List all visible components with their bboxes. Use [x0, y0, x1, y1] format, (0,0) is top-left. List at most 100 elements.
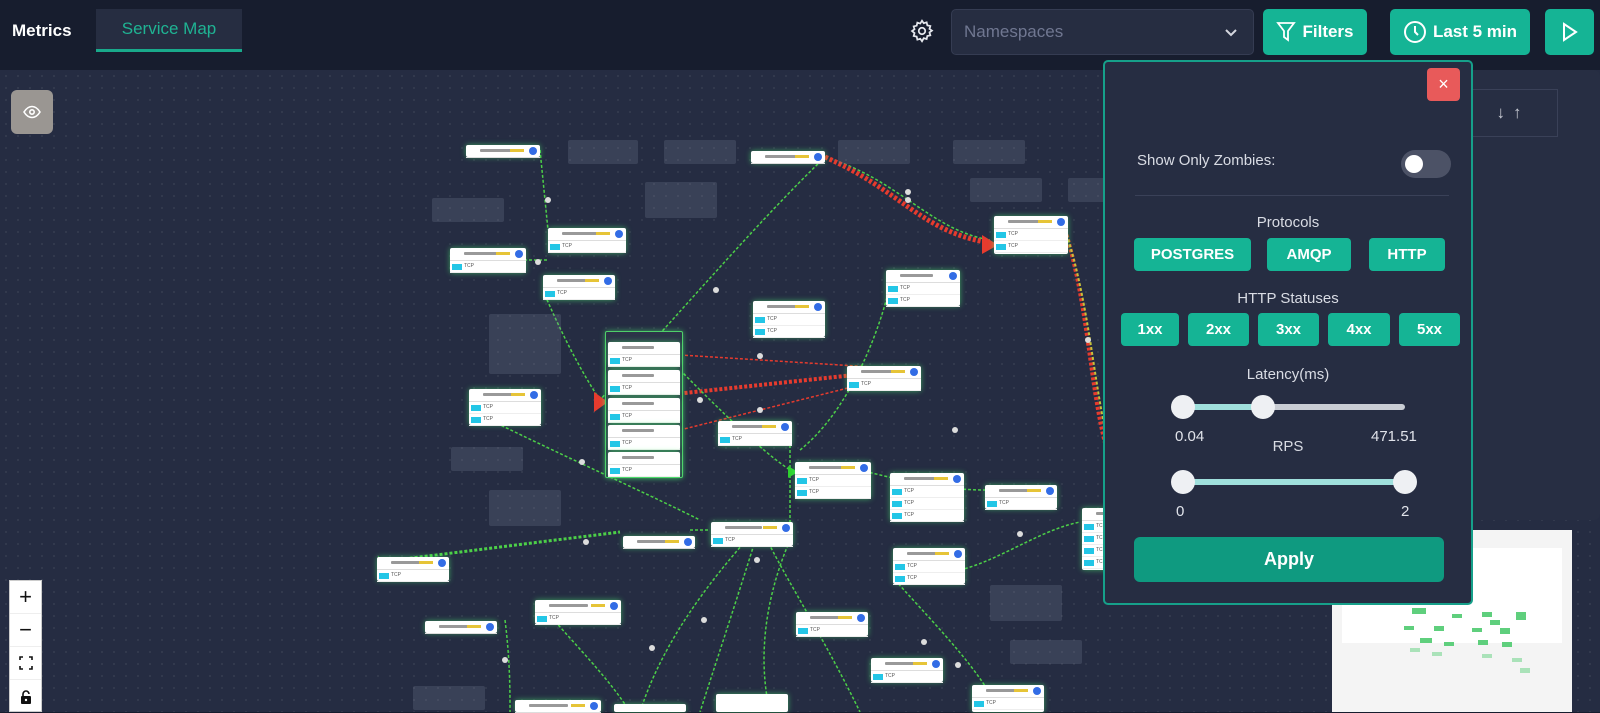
close-icon: ×	[1438, 74, 1449, 94]
edge	[699, 524, 761, 712]
service-node[interactable]	[716, 694, 788, 712]
rps-heading: RPS	[1272, 438, 1304, 455]
ghost-node[interactable]	[432, 198, 504, 222]
service-node[interactable]: TCP	[718, 421, 792, 446]
edge-midpoint	[697, 397, 703, 403]
service-node[interactable]	[466, 145, 540, 158]
ghost-node[interactable]	[645, 182, 717, 218]
service-node[interactable]: TCP	[871, 658, 943, 683]
latency-max-handle[interactable]	[1250, 395, 1275, 419]
toggle-visibility-button[interactable]	[11, 90, 53, 134]
rps-max-handle[interactable]	[1393, 470, 1417, 494]
kubernetes-icon	[1033, 687, 1041, 695]
service-node[interactable]: TCP TCP TCP	[890, 473, 964, 522]
gear-icon[interactable]	[909, 18, 935, 44]
status-chip-2xx[interactable]: 2xx	[1188, 313, 1249, 346]
rps-min-value: 0	[1176, 503, 1185, 520]
service-node[interactable]: TCP TCP	[893, 548, 965, 585]
status-chip-1xx[interactable]: 1xx	[1121, 313, 1179, 346]
edge-midpoint	[535, 259, 541, 265]
ghost-node[interactable]	[1010, 640, 1082, 664]
status-chip-4xx[interactable]: 4xx	[1328, 313, 1390, 346]
tab-metrics[interactable]: Metrics	[12, 9, 72, 52]
kubernetes-icon	[781, 423, 789, 431]
edge-midpoint	[713, 287, 719, 293]
fit-view-button[interactable]	[10, 647, 41, 680]
service-node[interactable]: TCP	[608, 342, 680, 367]
ghost-node[interactable]	[838, 140, 910, 164]
namespaces-select[interactable]: Namespaces	[951, 9, 1254, 55]
service-node[interactable]: TCP	[985, 485, 1057, 510]
protocol-chip-amqp[interactable]: AMQP	[1267, 238, 1351, 271]
status-chip-5xx[interactable]: 5xx	[1399, 313, 1460, 346]
ghost-node[interactable]	[489, 490, 561, 526]
edge	[959, 521, 1081, 571]
zoom-in-button[interactable]: +	[10, 581, 41, 614]
service-node[interactable]	[425, 621, 497, 634]
ghost-node[interactable]	[451, 447, 523, 471]
service-node[interactable]: TCP TCP	[753, 301, 825, 338]
service-node[interactable]: TCP	[548, 228, 626, 253]
service-node[interactable]: TCP	[450, 248, 526, 273]
ghost-node[interactable]	[990, 585, 1062, 621]
ghost-node[interactable]	[413, 686, 485, 710]
ghost-node[interactable]	[489, 314, 561, 374]
edge	[823, 154, 986, 245]
show-only-zombies-toggle[interactable]	[1401, 150, 1451, 178]
service-node[interactable]	[623, 536, 695, 549]
edge-midpoint	[1085, 337, 1091, 343]
service-node[interactable]: TCP	[608, 370, 680, 395]
edge-midpoint	[757, 407, 763, 413]
close-button[interactable]: ×	[1427, 68, 1460, 101]
kubernetes-icon	[857, 614, 865, 622]
kubernetes-icon	[782, 524, 790, 532]
service-node[interactable]: TCP TCP	[886, 270, 960, 307]
kubernetes-icon	[684, 538, 692, 546]
unlock-icon	[20, 689, 31, 704]
zoom-out-button[interactable]: −	[10, 614, 41, 647]
service-node[interactable]	[751, 151, 825, 164]
protocol-chip-postgres[interactable]: POSTGRES	[1134, 238, 1251, 271]
edge-midpoint	[1017, 531, 1023, 537]
service-node[interactable]: TCP	[608, 425, 680, 450]
time-range-button[interactable]: Last 5 min	[1390, 9, 1530, 55]
service-node[interactable]: TCP	[972, 685, 1044, 712]
ghost-node[interactable]	[970, 178, 1042, 202]
service-node[interactable]	[614, 704, 686, 712]
service-node[interactable]: TCP	[608, 452, 680, 477]
service-node-group[interactable]: TCP TCP TCP TCP TCP	[605, 331, 683, 478]
kubernetes-icon	[486, 623, 494, 631]
tab-service-map[interactable]: Service Map	[96, 9, 242, 52]
edge-midpoint	[701, 617, 707, 623]
service-node[interactable]: TCP	[377, 557, 449, 582]
apply-button[interactable]: Apply	[1134, 537, 1444, 582]
latency-slider-track[interactable]	[1183, 404, 1405, 410]
play-button[interactable]	[1545, 9, 1594, 55]
service-node[interactable]: TCP	[535, 600, 621, 625]
ghost-node[interactable]	[953, 140, 1025, 164]
rps-slider-track[interactable]	[1183, 479, 1405, 485]
service-node[interactable]: TCP TCP	[795, 462, 871, 499]
service-node[interactable]: TCP TCP	[469, 389, 541, 426]
clock-icon	[1403, 21, 1426, 43]
ghost-node[interactable]	[664, 140, 736, 164]
edge-midpoint	[952, 427, 958, 433]
kubernetes-icon	[953, 475, 961, 483]
ghost-node[interactable]	[568, 140, 638, 164]
service-node[interactable]: TCP TCP	[994, 216, 1068, 254]
rps-min-handle[interactable]	[1171, 470, 1195, 494]
protocol-chip-http[interactable]: HTTP	[1369, 238, 1445, 271]
play-icon	[1562, 22, 1578, 42]
filters-panel: × Show Only Zombies: Protocols POSTGRES …	[1103, 60, 1473, 605]
service-node[interactable]: TCP	[543, 275, 615, 300]
service-node[interactable]: TCP	[711, 522, 793, 547]
toggle-lock-button[interactable]	[10, 680, 41, 713]
service-node[interactable]: TCP	[608, 398, 680, 423]
service-node[interactable]: TCP	[796, 612, 868, 637]
latency-min-handle[interactable]	[1171, 395, 1195, 419]
service-node[interactable]: TCP	[847, 366, 921, 391]
status-chip-3xx[interactable]: 3xx	[1258, 313, 1319, 346]
edge	[763, 539, 791, 712]
filters-button[interactable]: Filters	[1263, 9, 1367, 55]
service-node[interactable]	[515, 700, 601, 713]
